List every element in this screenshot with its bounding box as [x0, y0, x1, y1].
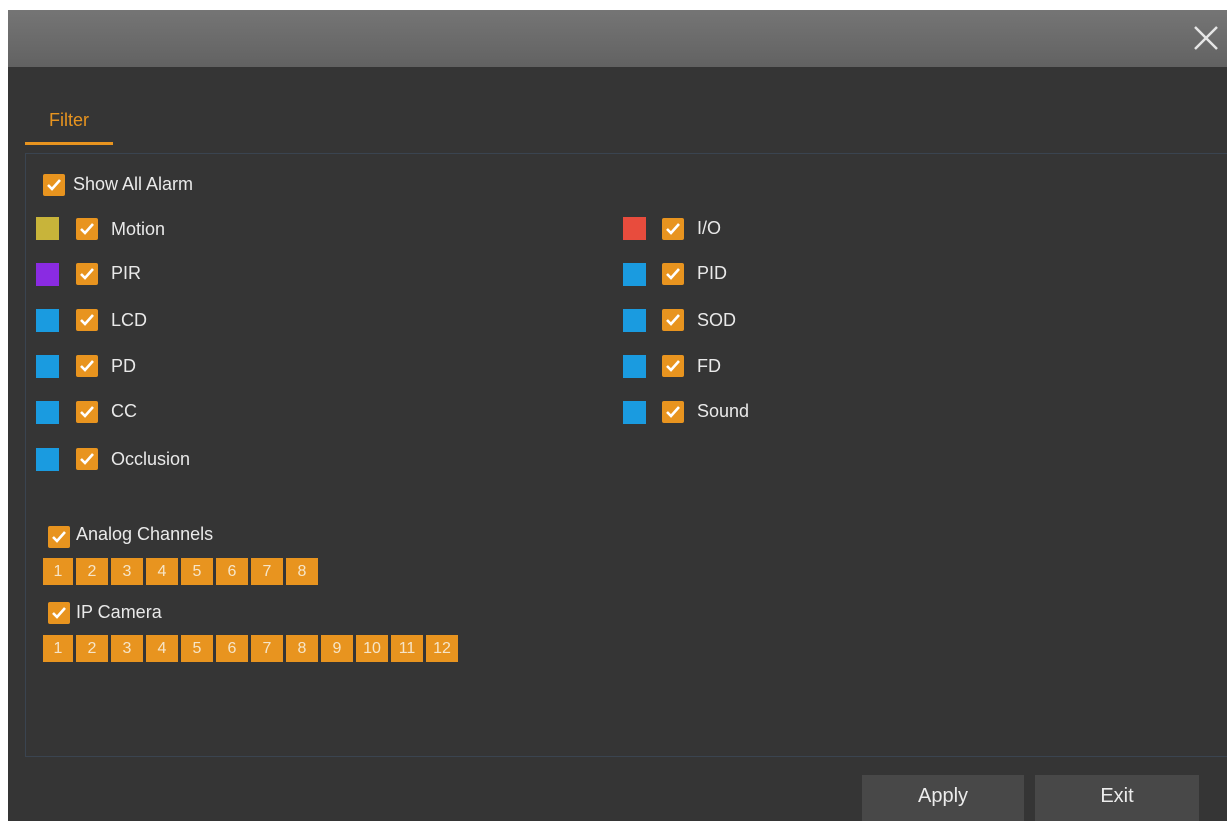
occlusion-color-swatch — [36, 448, 59, 471]
ip-channel-button[interactable]: 1 — [43, 635, 73, 662]
motion-color-swatch — [36, 217, 59, 240]
occlusion-checkbox[interactable] — [76, 448, 98, 470]
analog-channel-button[interactable]: 3 — [111, 558, 143, 585]
exit-button[interactable]: Exit — [1035, 775, 1199, 821]
fd-label: FD — [697, 356, 721, 376]
analog-channel-list: 1 2 3 4 5 6 7 8 — [43, 558, 318, 585]
ip-channel-button[interactable]: 10 — [356, 635, 388, 662]
sod-label: SOD — [697, 310, 737, 330]
ip-camera-label: IP Camera — [76, 602, 162, 622]
ip-channel-button[interactable]: 6 — [216, 635, 248, 662]
title-bar — [8, 10, 1227, 67]
io-checkbox[interactable] — [662, 218, 684, 240]
apply-button[interactable]: Apply — [862, 775, 1024, 821]
lcd-label: LCD — [111, 310, 148, 330]
ip-channel-button[interactable]: 2 — [76, 635, 108, 662]
io-color-swatch — [623, 217, 646, 240]
analog-channels-label: Analog Channels — [76, 524, 214, 544]
ip-camera-checkbox[interactable] — [48, 602, 70, 624]
ip-channel-button[interactable]: 8 — [286, 635, 318, 662]
ip-channel-button[interactable]: 7 — [251, 635, 283, 662]
tab-filter-label: Filter — [49, 110, 89, 130]
sound-checkbox[interactable] — [662, 401, 684, 423]
tab-filter[interactable]: Filter — [25, 101, 113, 145]
ip-channel-button[interactable]: 4 — [146, 635, 178, 662]
ip-channel-button[interactable]: 9 — [321, 635, 353, 662]
show-all-alarm-label: Show All Alarm — [73, 174, 194, 194]
analog-channel-button[interactable]: 6 — [216, 558, 248, 585]
pid-color-swatch — [623, 263, 646, 286]
cc-label: CC — [111, 401, 137, 421]
io-label: I/O — [697, 218, 722, 238]
sod-color-swatch — [623, 309, 646, 332]
ip-channel-list: 1 2 3 4 5 6 7 8 9 10 11 12 — [43, 635, 458, 662]
motion-checkbox[interactable] — [76, 218, 98, 240]
lcd-color-swatch — [36, 309, 59, 332]
show-all-alarm-checkbox[interactable] — [43, 174, 65, 196]
alarm-filter-dialog: Filter Show All Alarm Motion PIR LCD PD … — [8, 10, 1227, 821]
analog-channel-button[interactable]: 8 — [286, 558, 318, 585]
pir-label: PIR — [111, 263, 142, 283]
tab-underline — [25, 142, 113, 145]
ip-channel-button[interactable]: 5 — [181, 635, 213, 662]
cc-color-swatch — [36, 401, 59, 424]
pir-checkbox[interactable] — [76, 263, 98, 285]
close-icon[interactable] — [1191, 23, 1221, 53]
pd-checkbox[interactable] — [76, 355, 98, 377]
pd-label: PD — [111, 356, 137, 376]
analog-channel-button[interactable]: 5 — [181, 558, 213, 585]
analog-channel-button[interactable]: 1 — [43, 558, 73, 585]
fd-checkbox[interactable] — [662, 355, 684, 377]
sound-color-swatch — [623, 401, 646, 424]
motion-label: Motion — [111, 219, 166, 239]
ip-channel-button[interactable]: 11 — [391, 635, 423, 662]
pid-checkbox[interactable] — [662, 263, 684, 285]
analog-channel-button[interactable]: 7 — [251, 558, 283, 585]
pid-label: PID — [697, 263, 728, 283]
occlusion-label: Occlusion — [111, 449, 191, 469]
sound-label: Sound — [697, 401, 750, 421]
analog-channel-button[interactable]: 4 — [146, 558, 178, 585]
lcd-checkbox[interactable] — [76, 309, 98, 331]
filter-panel — [25, 153, 1227, 757]
cc-checkbox[interactable] — [76, 401, 98, 423]
ip-channel-button[interactable]: 12 — [426, 635, 458, 662]
pir-color-swatch — [36, 263, 59, 286]
fd-color-swatch — [623, 355, 646, 378]
sod-checkbox[interactable] — [662, 309, 684, 331]
analog-channels-checkbox[interactable] — [48, 526, 70, 548]
pd-color-swatch — [36, 355, 59, 378]
analog-channel-button[interactable]: 2 — [76, 558, 108, 585]
ip-channel-button[interactable]: 3 — [111, 635, 143, 662]
